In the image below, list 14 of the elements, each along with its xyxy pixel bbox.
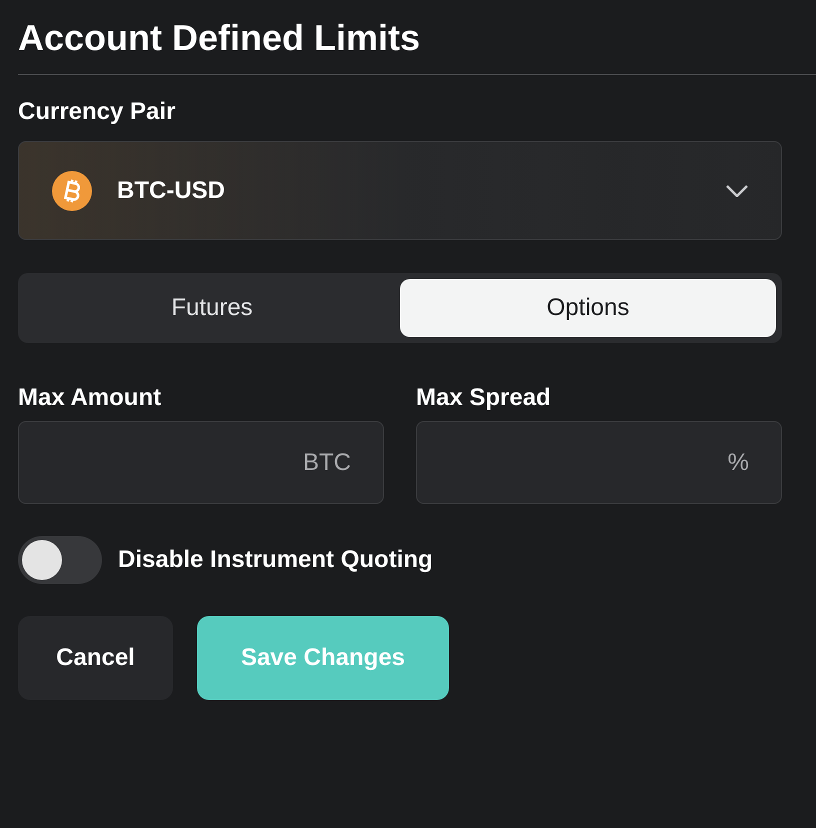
input-field[interactable]: BTC [18,421,384,504]
cancel-button[interactable]: Cancel [18,616,173,700]
field-label: Max Amount [18,383,162,413]
tab[interactable]: Futures [24,279,400,337]
toggle-label: Disable Instrument Quoting [118,545,433,575]
field-label: Max Spread [416,383,551,413]
chevron-down-icon [726,184,748,196]
tab[interactable]: Options [400,279,776,337]
currency-dropdown[interactable]: BTC-USD [18,141,782,240]
toggle-switch[interactable] [18,536,102,584]
field-label: Currency Pair [18,97,176,127]
page-title: Account Defined Limits [18,18,422,58]
input-field[interactable]: % [416,421,782,504]
coin-icon [52,170,92,210]
